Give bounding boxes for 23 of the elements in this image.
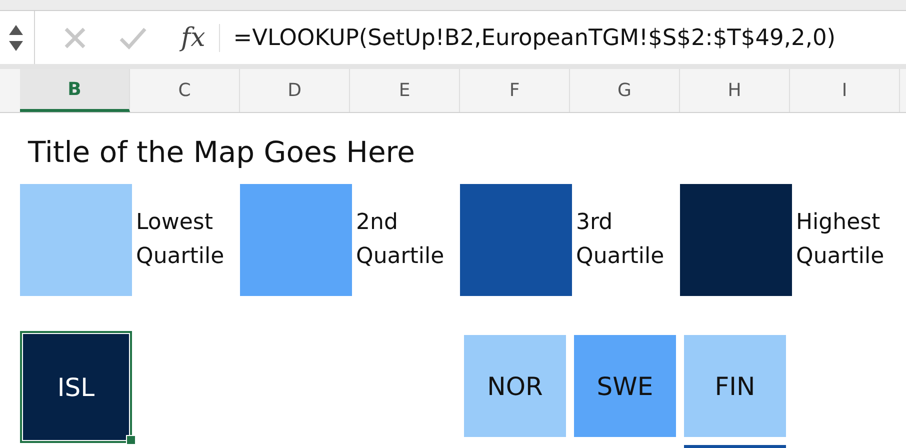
formula-input[interactable]: =VLOOKUP(SetUp!B2,EuropeanTGM!$S$2:$T$49,2,0) bbox=[233, 24, 836, 50]
column-header[interactable]: B bbox=[20, 69, 130, 112]
column-header[interactable]: D bbox=[240, 69, 350, 112]
column-header[interactable]: F bbox=[460, 69, 570, 112]
cancel-icon[interactable] bbox=[63, 26, 87, 50]
map-tile[interactable]: SWE bbox=[574, 335, 676, 437]
legend-label: 3rd Quartile bbox=[575, 209, 666, 271]
column-header[interactable]: I bbox=[790, 69, 900, 112]
stepper-icon[interactable] bbox=[8, 22, 24, 52]
fill-handle[interactable] bbox=[126, 435, 136, 445]
column-header[interactable]: E bbox=[350, 69, 460, 112]
checkmark-icon[interactable] bbox=[119, 26, 147, 50]
map-tile[interactable]: ISL bbox=[20, 331, 132, 443]
insert-function-button[interactable]: fx bbox=[181, 22, 206, 52]
legend-label: Lowest Quartile bbox=[135, 209, 226, 271]
column-header[interactable]: H bbox=[680, 69, 790, 112]
column-header[interactable]: C bbox=[130, 69, 240, 112]
column-header[interactable]: G bbox=[570, 69, 680, 112]
map-title: Title of the Map Goes Here bbox=[28, 134, 416, 171]
map-tile[interactable]: NOR bbox=[464, 335, 566, 437]
legend-label: Highest Quartile bbox=[795, 209, 886, 271]
legend-label: 2nd Quartile bbox=[355, 209, 446, 271]
map-tile[interactable]: FIN bbox=[684, 335, 786, 437]
